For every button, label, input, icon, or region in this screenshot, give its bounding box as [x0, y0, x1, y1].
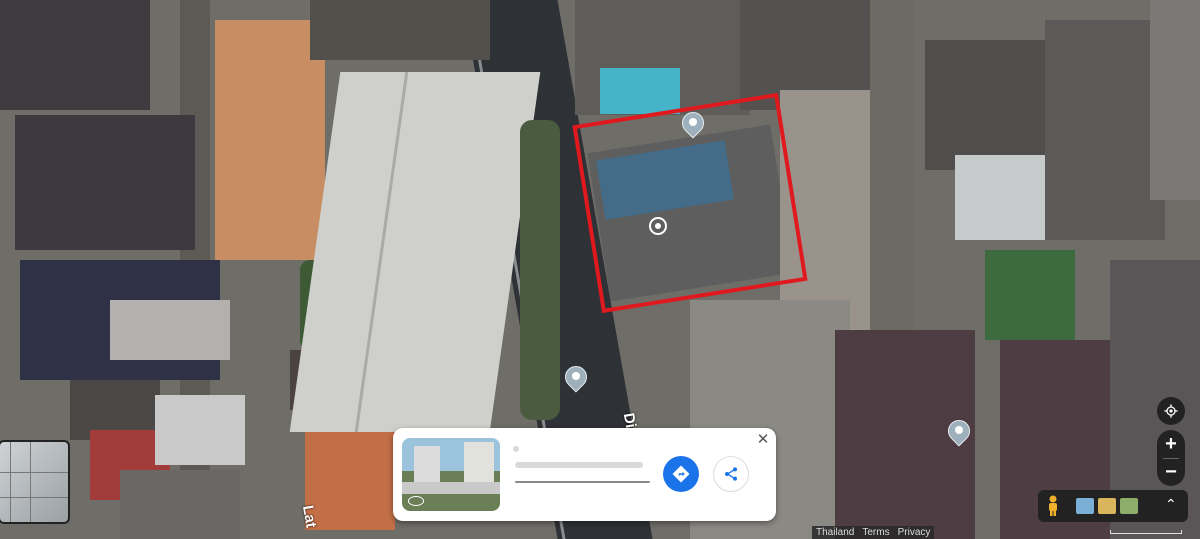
title-placeholder [513, 446, 519, 452]
street-view-photo[interactable] [402, 438, 500, 511]
subtitle-placeholder [515, 462, 643, 468]
share-icon [725, 467, 737, 481]
attribution-country: Thailand [816, 527, 855, 538]
building [0, 0, 150, 110]
trees [520, 120, 560, 420]
divider [515, 481, 650, 483]
layer-thumbnail[interactable] [0, 440, 70, 524]
transit-layer-icon[interactable] [1076, 498, 1094, 514]
close-button[interactable]: ✕ [756, 431, 770, 448]
building [15, 115, 195, 250]
road-label: Di [619, 411, 640, 430]
place-pin[interactable] [560, 361, 592, 396]
expand-button[interactable]: ⌃ [1165, 496, 1177, 513]
building [985, 250, 1075, 340]
zoom-in-button[interactable]: + [1157, 430, 1185, 458]
building [155, 395, 245, 465]
directions-icon [672, 465, 690, 483]
satellite-layer-icon[interactable] [1120, 498, 1138, 514]
privacy-link[interactable]: Privacy [898, 526, 931, 539]
building [1045, 20, 1165, 240]
terms-link[interactable]: Terms [862, 526, 889, 539]
pegman-icon[interactable] [1046, 495, 1060, 517]
building [120, 470, 240, 539]
location-pin-icon[interactable] [649, 217, 667, 235]
my-location-icon [1164, 404, 1178, 418]
swimming-pool [600, 68, 680, 114]
map-attribution: Thailand Terms Privacy [812, 526, 935, 539]
close-icon: ✕ [756, 431, 770, 448]
building [925, 40, 1045, 170]
my-location-button[interactable] [1157, 397, 1185, 425]
road-label: Lat [298, 503, 320, 530]
building [110, 300, 230, 360]
terrain-layer-icon[interactable] [1098, 498, 1116, 514]
building [310, 0, 490, 60]
place-card: ✕ [393, 428, 776, 521]
selection-highlight [572, 92, 808, 314]
place-pin[interactable] [943, 415, 975, 450]
zoom-controls: + − [1157, 430, 1185, 486]
building [1150, 0, 1200, 200]
map-bottom-controls: ⌃ [1038, 490, 1188, 522]
warehouse-roof [289, 72, 541, 432]
directions-button[interactable] [663, 456, 699, 492]
scale-bar [1110, 530, 1182, 534]
building [215, 20, 325, 260]
zoom-out-button[interactable]: − [1157, 458, 1185, 486]
360-icon [408, 496, 424, 506]
share-button[interactable] [713, 456, 749, 492]
building [955, 155, 1055, 240]
